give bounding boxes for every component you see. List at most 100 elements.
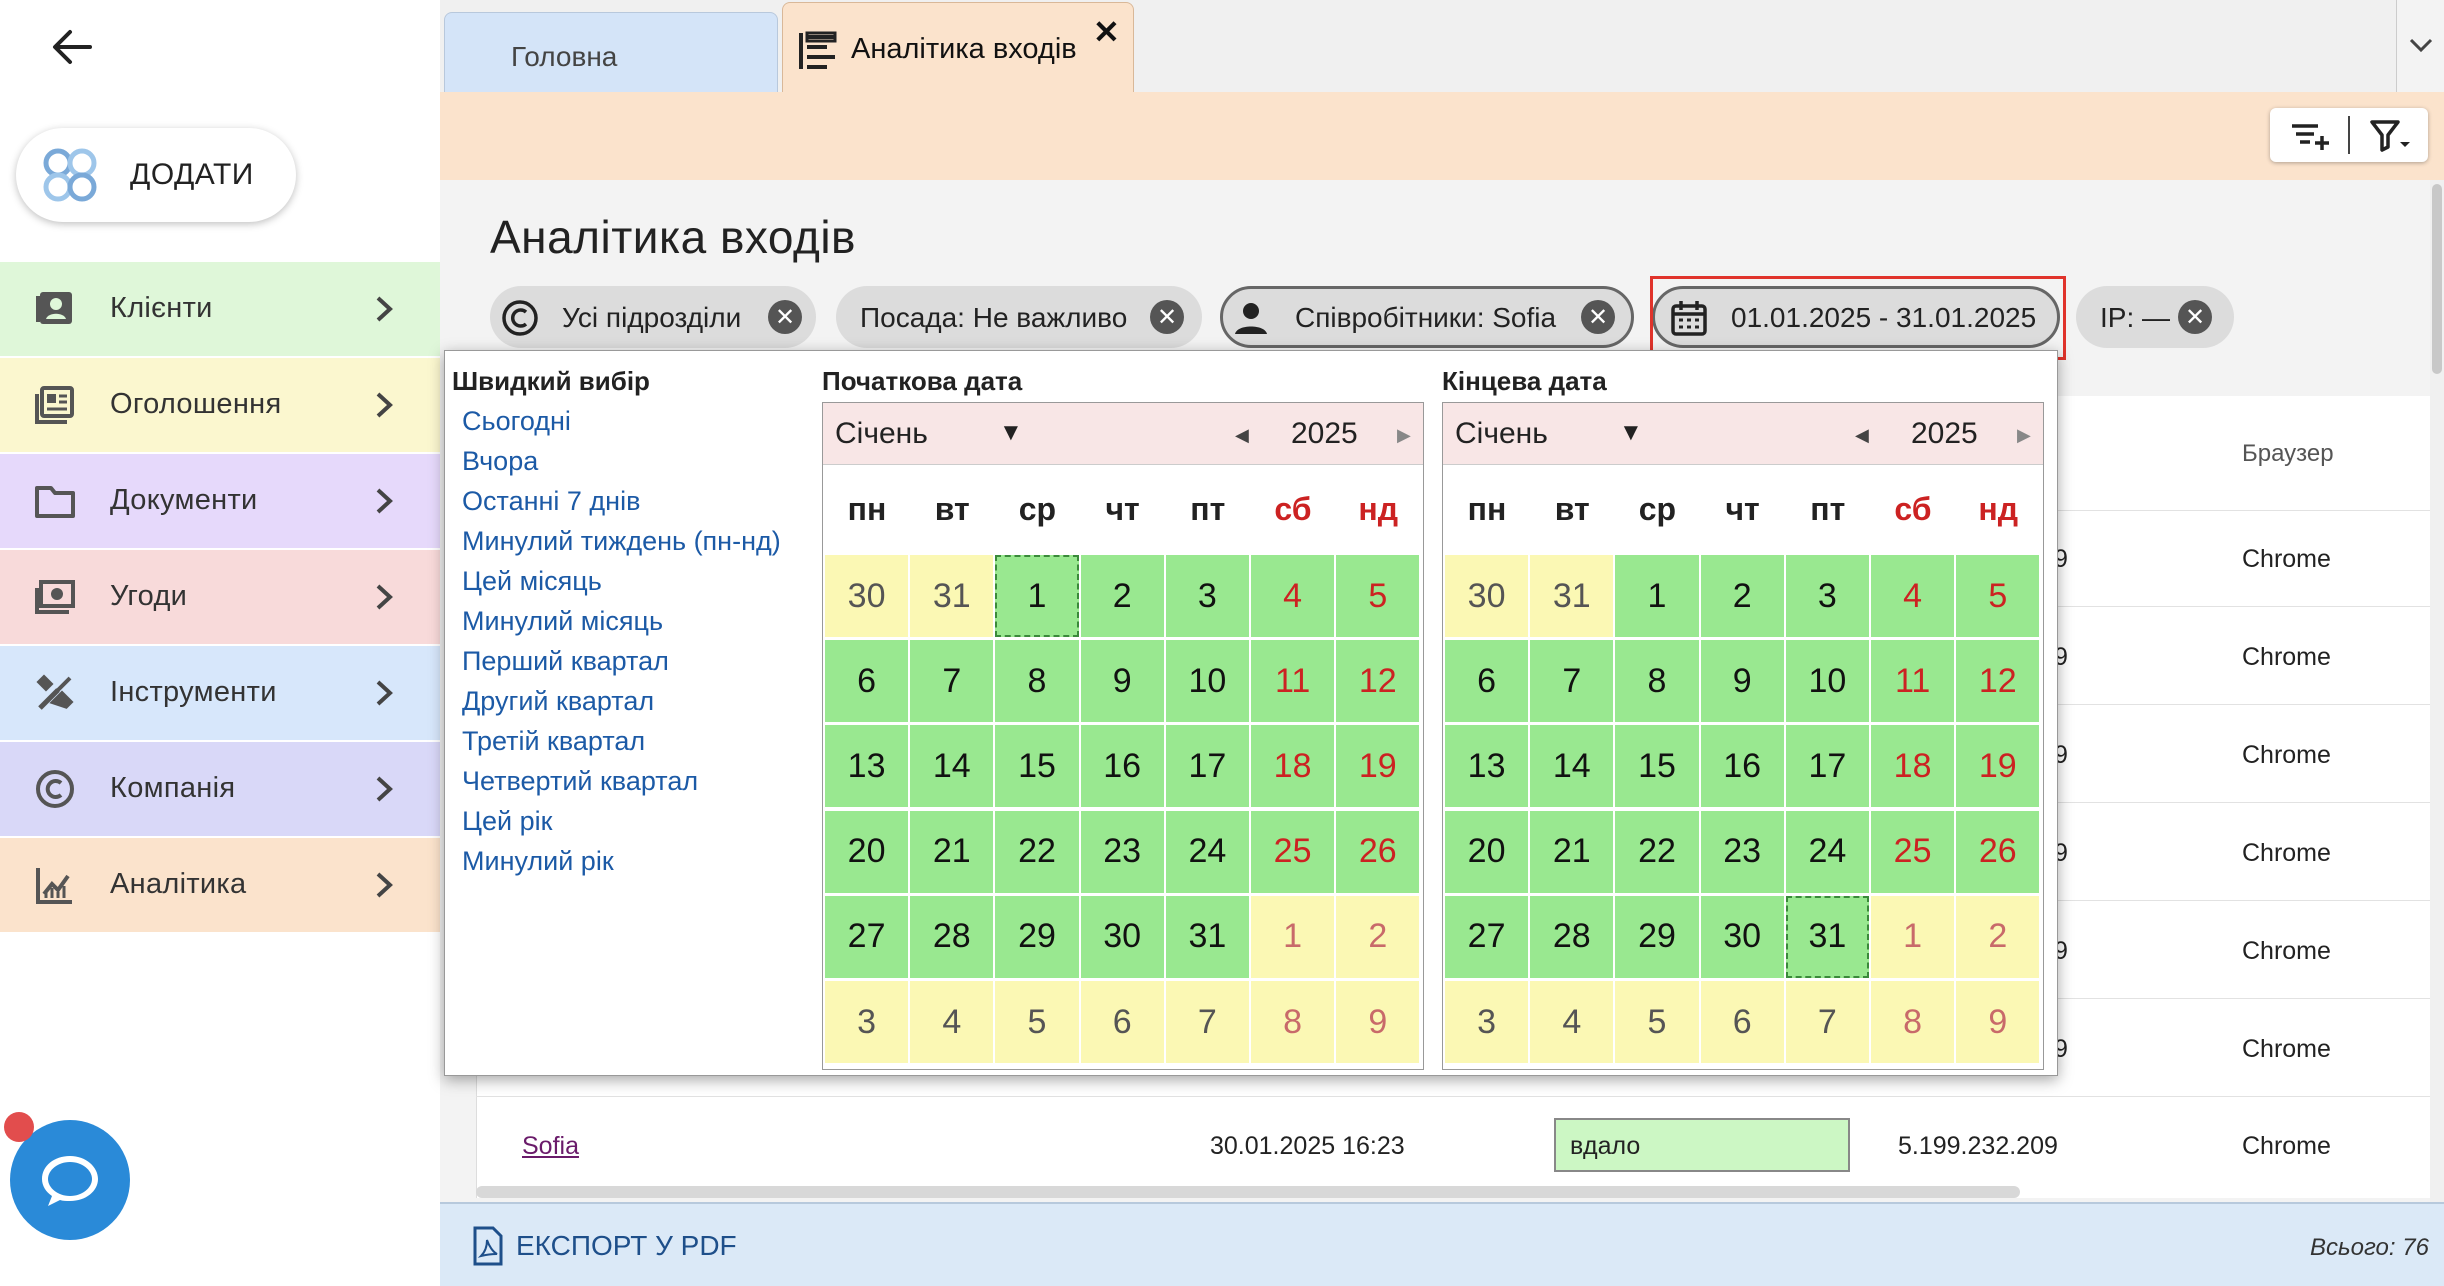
calendar-day[interactable]: 10 — [1785, 640, 1869, 723]
calendar-day[interactable]: 20 — [1445, 810, 1529, 893]
calendar-day[interactable]: 29 — [1615, 895, 1699, 978]
calendar-day[interactable]: 31 — [1785, 895, 1869, 978]
horizontal-scrollbar[interactable] — [476, 1186, 2020, 1198]
export-pdf-button[interactable]: ЕКСПОРТ У PDF — [516, 1230, 737, 1262]
next-year-icon[interactable]: ▶ — [1397, 425, 1411, 446]
calendar-day[interactable]: 9 — [1700, 640, 1784, 723]
quick-select-item[interactable]: Перший квартал — [462, 646, 669, 677]
calendar-day[interactable]: 28 — [1530, 895, 1614, 978]
calendar-day[interactable]: 2 — [1700, 555, 1784, 637]
calendar-day[interactable]: 7 — [1165, 981, 1249, 1063]
quick-select-item[interactable]: Цей рік — [462, 806, 552, 837]
calendar-day[interactable]: 9 — [1336, 981, 1420, 1063]
calendar-day[interactable]: 7 — [1785, 981, 1869, 1063]
calendar-day[interactable]: 13 — [1445, 725, 1529, 808]
dropdown-arrow-icon[interactable]: ▼ — [999, 419, 1023, 447]
calendar-day[interactable]: 26 — [1956, 810, 2040, 893]
calendar-day[interactable]: 26 — [1336, 810, 1420, 893]
calendar-day[interactable]: 22 — [995, 810, 1079, 893]
sidebar-item-tools[interactable]: Інструменти — [0, 646, 440, 740]
calendar-day[interactable]: 6 — [1700, 981, 1784, 1063]
calendar-day[interactable]: 30 — [1080, 895, 1164, 978]
calendar-day[interactable]: 18 — [1251, 725, 1335, 808]
calendar-day[interactable]: 1 — [1871, 895, 1955, 978]
calendar-day[interactable]: 5 — [1956, 555, 2040, 637]
calendar-day[interactable]: 6 — [1445, 640, 1529, 723]
quick-select-item[interactable]: Вчора — [462, 446, 538, 477]
calendar-day[interactable]: 24 — [1165, 810, 1249, 893]
calendar-day[interactable]: 15 — [995, 725, 1079, 808]
quick-select-item[interactable]: Третій квартал — [462, 726, 645, 757]
calendar-day[interactable]: 2 — [1956, 895, 2040, 978]
calendar-day[interactable]: 4 — [1530, 981, 1614, 1063]
calendar-day[interactable]: 30 — [825, 555, 909, 637]
quick-select-item[interactable]: Останні 7 днів — [462, 486, 640, 517]
calendar-day[interactable]: 12 — [1956, 640, 2040, 723]
remove-chip-icon[interactable]: ✕ — [1581, 300, 1615, 334]
calendar-day[interactable]: 3 — [1445, 981, 1529, 1063]
quick-select-item[interactable]: Четвертий квартал — [462, 766, 698, 797]
calendar-day[interactable]: 5 — [1615, 981, 1699, 1063]
calendar-day[interactable]: 14 — [1530, 725, 1614, 808]
calendar-day[interactable]: 5 — [1336, 555, 1420, 637]
calendar-day[interactable]: 21 — [910, 810, 994, 893]
calendar-day[interactable]: 4 — [1871, 555, 1955, 637]
quick-select-item[interactable]: Минулий тиждень (пн-нд) — [462, 526, 781, 557]
month-select[interactable]: Січень — [835, 417, 928, 451]
calendar-day[interactable]: 1 — [1251, 895, 1335, 978]
calendar-day[interactable]: 31 — [1165, 895, 1249, 978]
remove-chip-icon[interactable]: ✕ — [768, 300, 802, 334]
quick-select-item[interactable]: Цей місяць — [462, 566, 602, 597]
user-link[interactable]: Sofia — [522, 1132, 579, 1161]
sidebar-item-deals[interactable]: Угоди — [0, 550, 440, 644]
calendar-day[interactable]: 23 — [1080, 810, 1164, 893]
calendar-day[interactable]: 8 — [1871, 981, 1955, 1063]
calendar-day[interactable]: 4 — [1251, 555, 1335, 637]
quick-select-item[interactable]: Сьогодні — [462, 406, 571, 437]
calendar-day[interactable]: 25 — [1871, 810, 1955, 893]
calendar-day[interactable]: 20 — [825, 810, 909, 893]
calendar-day[interactable]: 1 — [995, 555, 1079, 637]
calendar-day[interactable]: 7 — [1530, 640, 1614, 723]
calendar-day[interactable]: 6 — [1080, 981, 1164, 1063]
calendar-day[interactable]: 16 — [1700, 725, 1784, 808]
quick-select-item[interactable]: Минулий місяць — [462, 606, 663, 637]
dropdown-arrow-icon[interactable]: ▼ — [1619, 419, 1643, 447]
tab-login-analytics[interactable]: Аналітика входів ✕ — [782, 2, 1134, 92]
calendar-day[interactable]: 16 — [1080, 725, 1164, 808]
calendar-day[interactable]: 31 — [910, 555, 994, 637]
sidebar-item-clients[interactable]: Клієнти — [0, 262, 440, 356]
filter-chip-position[interactable]: Посада: Не важливо ✕ — [836, 286, 1202, 348]
calendar-day[interactable]: 28 — [910, 895, 994, 978]
calendar-day[interactable]: 31 — [1530, 555, 1614, 637]
calendar-day[interactable]: 14 — [910, 725, 994, 808]
add-button[interactable]: ДОДАТИ — [16, 128, 296, 222]
calendar-day[interactable]: 29 — [995, 895, 1079, 978]
back-arrow-icon[interactable] — [42, 22, 102, 72]
calendar-day[interactable]: 4 — [910, 981, 994, 1063]
calendar-day[interactable]: 11 — [1871, 640, 1955, 723]
calendar-day[interactable]: 22 — [1615, 810, 1699, 893]
calendar-day[interactable]: 19 — [1956, 725, 2040, 808]
calendar-day[interactable]: 5 — [995, 981, 1079, 1063]
calendar-day[interactable]: 7 — [910, 640, 994, 723]
add-filter-button[interactable] — [2270, 108, 2348, 162]
calendar-day[interactable]: 3 — [1785, 555, 1869, 637]
calendar-day[interactable]: 11 — [1251, 640, 1335, 723]
sidebar-item-company[interactable]: Компанія — [0, 742, 440, 836]
calendar-day[interactable]: 12 — [1336, 640, 1420, 723]
calendar-day[interactable]: 17 — [1785, 725, 1869, 808]
next-year-icon[interactable]: ▶ — [2017, 425, 2031, 446]
sidebar-item-analytics[interactable]: Аналітика — [0, 838, 440, 932]
filter-chip-ip[interactable]: IP: — ✕ — [2076, 286, 2234, 348]
calendar-day[interactable]: 3 — [1165, 555, 1249, 637]
calendar-day[interactable]: 3 — [825, 981, 909, 1063]
calendar-day[interactable]: 6 — [825, 640, 909, 723]
tabs-dropdown-button[interactable] — [2396, 0, 2444, 92]
calendar-day[interactable]: 8 — [995, 640, 1079, 723]
quick-select-item[interactable]: Минулий рік — [462, 846, 614, 877]
filter-chip-departments[interactable]: Усі підрозділи ✕ — [490, 286, 816, 348]
filter-menu-button[interactable] — [2350, 108, 2428, 162]
calendar-day[interactable]: 19 — [1336, 725, 1420, 808]
month-select[interactable]: Січень — [1455, 417, 1548, 451]
